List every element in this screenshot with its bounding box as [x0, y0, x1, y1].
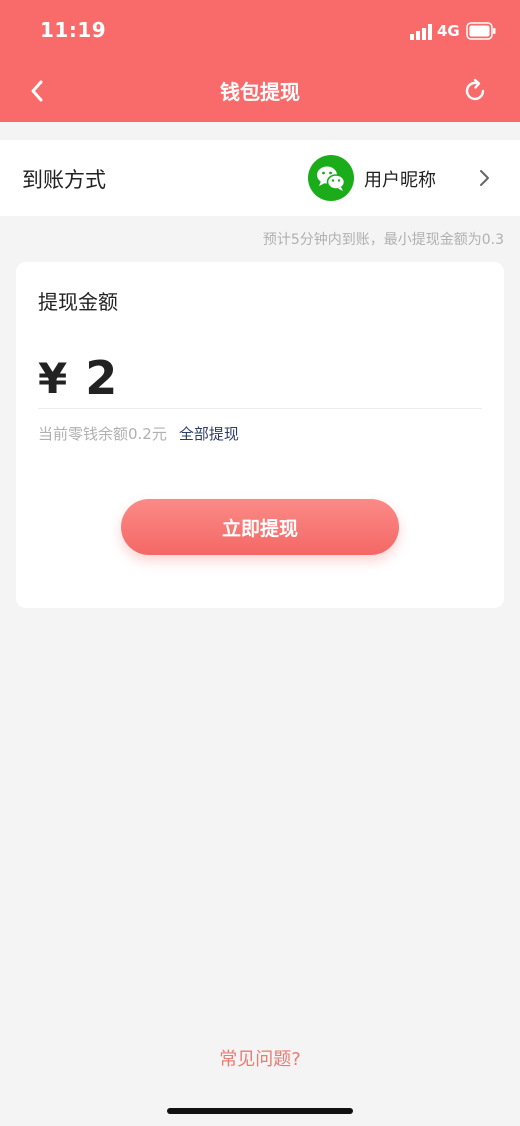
battery-icon [466, 22, 496, 40]
status-bar: 11:19 4G [0, 0, 520, 62]
page-title: 钱包提现 [220, 80, 300, 104]
chevron-right-icon [480, 170, 489, 186]
refresh-button[interactable] [458, 74, 492, 108]
signal-icon [410, 24, 432, 40]
amount-input[interactable] [85, 351, 466, 405]
withdraw-screen: 11:19 4G 钱包提现 到账方式 用户昵称 预计5分钟内到账，最小提现金额为… [0, 0, 520, 1126]
amount-row: ¥ [38, 350, 466, 406]
withdraw-now-button[interactable]: 立即提现 [121, 499, 399, 555]
header: 11:19 4G 钱包提现 [0, 0, 520, 122]
status-time: 11:19 [40, 18, 107, 42]
currency-symbol: ¥ [38, 353, 68, 403]
arrival-hint: 预计5分钟内到账，最小提现金额为0.3 [262, 232, 504, 248]
balance-text: 当前零钱余额0.2元 [38, 425, 167, 443]
user-nickname: 用户昵称 [364, 170, 436, 191]
refresh-icon [465, 78, 485, 101]
withdraw-amount-title: 提现金额 [38, 290, 118, 314]
withdraw-card: 提现金额 ¥ 当前零钱余额0.2元 全部提现 立即提现 [16, 262, 504, 608]
withdraw-all-link[interactable]: 全部提现 [179, 423, 239, 444]
faq-link[interactable]: 常见问题? [0, 1045, 520, 1071]
home-indicator [167, 1108, 353, 1114]
network-label: 4G [437, 22, 460, 40]
nav-bar: 钱包提现 [0, 62, 520, 122]
payout-method-label: 到账方式 [22, 168, 106, 192]
balance-row: 当前零钱余额0.2元 全部提现 [38, 423, 239, 444]
wechat-icon [308, 155, 354, 201]
amount-divider [38, 408, 482, 409]
payout-method-row[interactable]: 到账方式 用户昵称 [0, 140, 520, 216]
